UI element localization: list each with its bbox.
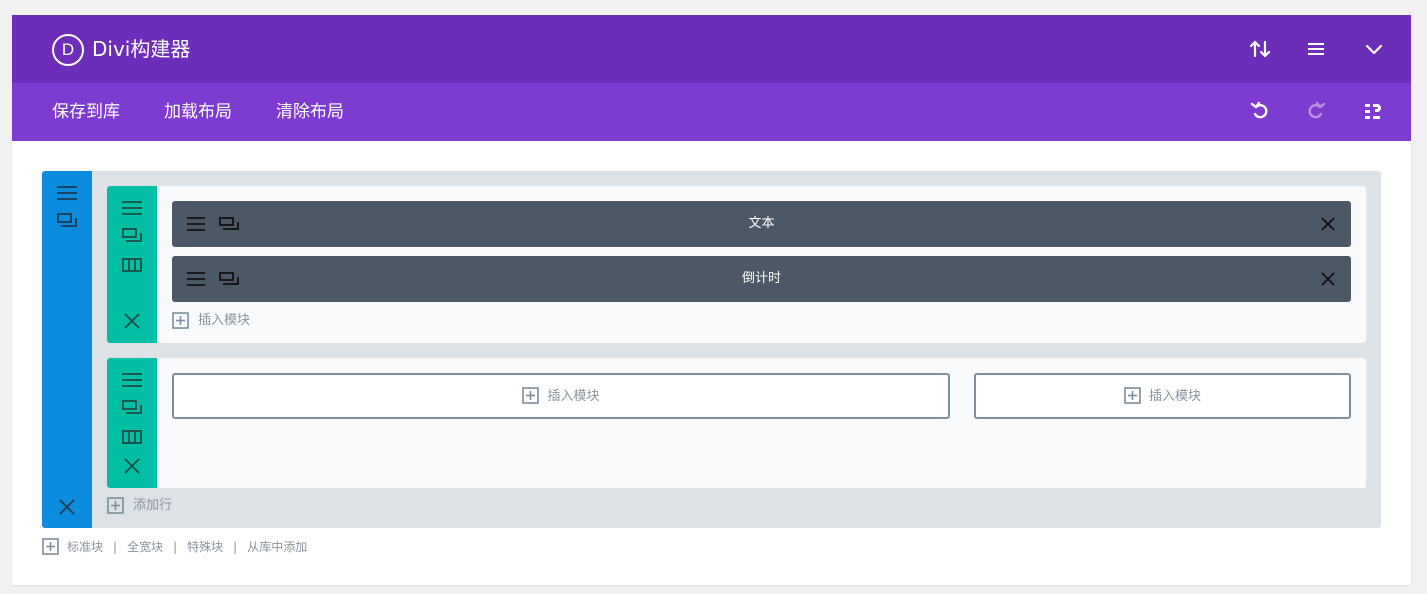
row-settings-bar	[107, 358, 157, 488]
row-move-icon[interactable]	[122, 200, 142, 216]
add-fullwidth-section-link[interactable]: 全宽块	[127, 540, 163, 554]
add-row-label: 添加行	[133, 498, 173, 513]
plus-box-icon	[522, 387, 540, 404]
module-label: 倒计时	[741, 271, 781, 286]
module-delete-icon[interactable]	[1321, 217, 1335, 231]
add-from-library-link[interactable]: 从库中添加	[247, 540, 307, 554]
module-delete-icon[interactable]	[1321, 272, 1335, 286]
chevron-down-icon[interactable]	[1362, 37, 1386, 61]
row-2: 插入模块 插入模块	[107, 358, 1366, 488]
divi-builder: D Divi构建器 保存到库 加载布局 清除布局 文本 倒计时 插入模块 插入模…	[12, 15, 1411, 585]
column-1-insert-module[interactable]: 插入模块	[172, 373, 950, 419]
plus-box-icon	[172, 312, 189, 329]
footer-separator: |	[233, 540, 238, 554]
add-section-links: 标准块 | 全宽块 | 特殊块 | 从库中添加	[42, 537, 307, 557]
builder-title: Divi构建器	[92, 37, 191, 61]
sort-arrows-icon[interactable]	[1248, 37, 1272, 61]
plus-box-icon	[42, 538, 59, 555]
add-standard-section-link[interactable]: 标准块	[67, 540, 103, 554]
footer-separator: |	[113, 540, 118, 554]
section-block: 文本 倒计时 插入模块 插入模块 插入模块 添加行	[42, 171, 1381, 528]
insert-module-label: 插入模块	[198, 313, 251, 328]
builder-toolbar: 保存到库 加载布局 清除布局	[12, 83, 1411, 141]
module-label: 文本	[748, 216, 775, 231]
section-duplicate-icon[interactable]	[57, 213, 77, 229]
row-columns-icon[interactable]	[122, 258, 142, 272]
insert-module-button[interactable]: 插入模块	[172, 312, 292, 330]
builder-header: D Divi构建器	[12, 15, 1411, 83]
divi-logo: D	[52, 34, 84, 66]
insert-module-label: 插入模块	[547, 389, 600, 404]
section-move-icon[interactable]	[57, 185, 77, 201]
plus-box-icon	[107, 497, 124, 514]
column-2-insert-module[interactable]: 插入模块	[974, 373, 1351, 419]
row-duplicate-icon[interactable]	[122, 400, 142, 416]
row-delete-icon[interactable]	[124, 458, 140, 474]
module-text[interactable]: 文本	[172, 201, 1351, 247]
plus-box-icon	[1124, 387, 1141, 404]
row-columns-icon[interactable]	[122, 430, 142, 444]
section-delete-icon[interactable]	[59, 499, 75, 515]
undo-icon[interactable]	[1249, 100, 1271, 122]
section-settings-bar	[42, 171, 92, 528]
insert-module-button[interactable]: 插入模块	[976, 387, 1349, 406]
clear-layout-link[interactable]: 清除布局	[276, 100, 344, 124]
load-layout-link[interactable]: 加载布局	[164, 100, 232, 124]
module-countdown[interactable]: 倒计时	[172, 256, 1351, 302]
add-row-button[interactable]: 添加行	[107, 497, 217, 515]
row-delete-icon[interactable]	[124, 313, 140, 329]
row-move-icon[interactable]	[122, 372, 142, 388]
history-icon[interactable]	[1362, 100, 1384, 122]
insert-module-button[interactable]: 插入模块	[174, 387, 948, 406]
row-settings-bar	[107, 186, 157, 343]
row-1: 文本 倒计时 插入模块	[107, 186, 1366, 343]
redo-icon[interactable]	[1305, 100, 1327, 122]
hamburger-menu-icon[interactable]	[1304, 37, 1328, 61]
insert-module-label: 插入模块	[1148, 389, 1201, 404]
add-specialty-section-link[interactable]: 特殊块	[187, 540, 223, 554]
footer-separator: |	[173, 540, 178, 554]
row-duplicate-icon[interactable]	[122, 228, 142, 244]
save-to-library-link[interactable]: 保存到库	[52, 100, 120, 124]
